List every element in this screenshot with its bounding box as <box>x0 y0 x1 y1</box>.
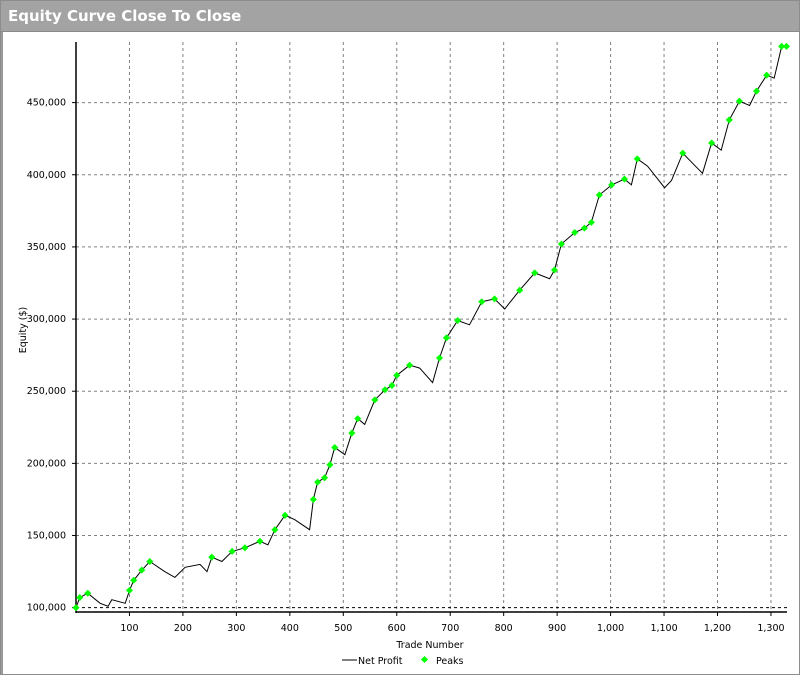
peak-marker <box>271 526 279 534</box>
peak-marker <box>331 443 339 452</box>
peak-marker <box>725 116 733 124</box>
y-axis-label: Equity ($) <box>18 307 29 354</box>
x-tick-label: 800 <box>495 623 513 634</box>
equity-chart: 100 200 300 400 500 600 700 800 900 1,000 1,100 1,2… <box>18 42 791 667</box>
y-tick-label: 400,000 <box>27 170 66 181</box>
y-tick-label: 350,000 <box>27 242 66 253</box>
y-tick-label: 150,000 <box>27 531 66 542</box>
x-tick-label: 100 <box>120 623 138 634</box>
x-tick-label: 700 <box>441 623 459 634</box>
x-tick-label: 300 <box>227 623 245 634</box>
x-tick-label: 1,100 <box>650 623 677 634</box>
peak-marker <box>478 298 486 306</box>
x-tick-label: 200 <box>174 623 192 634</box>
y-tick-label: 100,000 <box>27 603 66 614</box>
peak-marker <box>208 553 216 561</box>
peak-marker <box>442 334 451 342</box>
x-tick-label: 1,000 <box>597 623 624 634</box>
peak-marker <box>633 155 641 163</box>
x-tick-label: 500 <box>334 623 352 634</box>
x-tick-label: 400 <box>281 623 299 634</box>
legend: Net Profit Peaks <box>342 655 464 667</box>
peak-marker <box>314 478 322 486</box>
peak-marker <box>435 354 444 362</box>
x-axis-label: Trade Number <box>395 640 463 651</box>
peak-marker <box>125 586 133 594</box>
y-tick-label: 300,000 <box>27 314 66 325</box>
y-tick-label: 250,000 <box>27 386 66 397</box>
peak-marker <box>782 42 791 50</box>
peak-marker <box>281 511 289 519</box>
x-tick-label: 900 <box>548 623 566 634</box>
y-tick-label: 450,000 <box>27 98 66 109</box>
axes: 100 200 300 400 500 600 700 800 900 1,000 1,100 1,2… <box>27 42 787 634</box>
peak-marker <box>348 429 356 437</box>
peak-marker <box>321 474 329 482</box>
y-tick-label: 200,000 <box>27 458 66 469</box>
peak-marker <box>763 71 771 79</box>
legend-peaks-label: Peaks <box>436 656 464 667</box>
peak-marker <box>241 544 249 552</box>
peak-marker <box>256 537 264 545</box>
peak-marker <box>735 97 743 105</box>
peak-marker <box>454 316 462 325</box>
peak-marker <box>72 604 80 612</box>
x-tick-label: 600 <box>388 623 406 634</box>
peak-marker <box>752 87 761 95</box>
x-tick-label: 1,200 <box>704 623 731 634</box>
legend-net-profit-label: Net Profit <box>358 656 403 667</box>
grid <box>76 42 787 612</box>
peak-marker <box>309 495 317 503</box>
peak-marker <box>326 461 334 469</box>
x-tick-label: 1,300 <box>757 623 784 634</box>
peak-marker <box>76 594 84 602</box>
peak-marker <box>388 381 396 389</box>
series <box>72 42 791 612</box>
legend-peaks-marker <box>420 655 429 664</box>
